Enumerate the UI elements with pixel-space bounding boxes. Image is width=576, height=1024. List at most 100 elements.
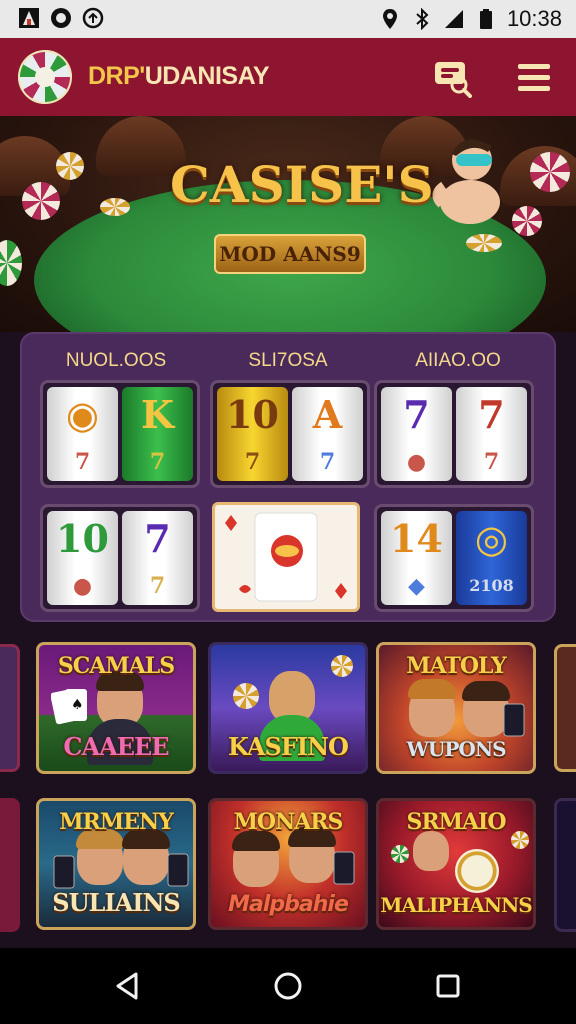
player-hair [408,679,456,699]
reel-symbol: 7 [144,516,171,561]
phone-icon [333,851,355,885]
reel-symbol: 7 [319,449,336,475]
reel-symbol: ◎ [474,516,509,561]
reel-strip: 14 ◆ [381,511,452,605]
hero-title: CASISE'S [170,155,434,214]
reel-symbol: A [312,392,343,437]
signal-icon [444,10,463,28]
brand-rest: UDANISAY [144,62,270,90]
system-nav-bar [0,948,576,1024]
reel-symbol: 7 [244,449,261,475]
recents-icon[interactable] [430,968,466,1004]
game-tile[interactable]: KASFINO [208,642,368,774]
tile-subtitle: KASFINO [228,732,349,761]
reel-strip: 77 [456,387,527,481]
slot-reel[interactable]: 10 ● 77 [40,504,200,612]
menu-icon[interactable] [516,60,552,94]
tile-subtitle: SULIAINS [52,888,180,917]
tile-title: MRMENY [59,809,174,835]
hero-banner[interactable]: CASISE'S MOD AANS9 [0,116,576,332]
reel-strip: K7 [122,387,193,481]
back-icon[interactable] [110,968,146,1004]
slot-reel[interactable]: ◉ 7 K7 [40,380,200,488]
reel-symbol: ◆ [408,573,425,599]
reel-symbol: 7 [149,573,166,599]
reel-symbol: 7 [403,392,430,437]
poker-chip-icon [0,240,22,286]
poker-chip-icon [233,683,259,709]
bluetooth-icon [416,8,429,30]
reel-symbol: 7 [478,392,505,437]
playing-card-reel[interactable] [212,502,360,612]
sync-icon [82,7,104,29]
battery-icon [479,9,492,29]
poker-chip-icon [22,182,60,220]
player-avatar [413,831,449,871]
reel-symbol: 10 [226,392,279,437]
brand-prefix: DRP' [88,62,145,90]
chat-search-icon[interactable] [432,58,472,98]
tile-subtitle: CAAEEE [63,732,169,761]
brand-name[interactable]: DRP'UDANISAY [88,62,270,91]
tile-edge-right[interactable] [554,798,576,932]
game-tile[interactable]: MATOLY WUPONS [376,642,536,774]
tile-title: SCAMALS [57,653,175,679]
phone-icon [53,855,75,889]
game-tile[interactable]: SRMAIO MALIPHANNS [376,798,536,930]
app-icon [19,8,39,28]
poker-chip-icon [391,845,409,863]
reel-symbol: ◉ [65,392,100,437]
poker-chip-icon [530,152,570,192]
reel-column-header: SLI7OSA [248,350,328,371]
reel-symbol: ● [406,449,427,475]
status-bar: 10:38 [0,0,576,38]
reel-strip: A7 [292,387,363,481]
reel-symbol: K [140,392,175,437]
phone-icon [503,703,525,737]
home-icon[interactable] [270,968,306,1004]
tile-title: MATOLY [406,653,507,679]
playing-cards-icon: ♠ [51,689,87,725]
tile-title: MONARS [233,809,344,835]
tile-title: SRMAIO [406,809,506,835]
reel-symbol: ● [72,573,93,599]
reel-column-header: AIIAO.OO [415,350,501,371]
poker-chip-icon [331,655,353,677]
reel-symbol: 10 [56,516,109,561]
location-icon [382,9,397,29]
reel-strip: 77 [122,511,193,605]
tile-subtitle: Malpbahie [228,892,349,917]
reel-strip: 10 7 [217,387,288,481]
poker-chip-icon [56,152,84,180]
slot-reel[interactable]: 10 7 A7 [210,380,370,488]
tile-edge-left[interactable] [0,644,20,772]
phone-icon [167,853,189,887]
reel-symbol: 7 [483,449,500,475]
reel-strip: ◎ 2108 [456,511,527,605]
slot-reels-panel: NUOL.OOS SLI7OSA AIIAO.OO ◉ 7 K7 10 7 A7 7… [20,332,556,622]
tile-subtitle: WUPONS [406,737,506,761]
roulette-logo-icon[interactable] [18,50,72,104]
player-hair [462,681,510,701]
dealer-character-icon [432,139,500,224]
game-tile[interactable]: MONARS Malpbahie [208,798,368,930]
reel-strip: 10 ● [47,511,118,605]
tile-edge-left[interactable] [0,798,20,932]
game-tile[interactable]: ♠ SCAMALS CAAEEE [36,642,196,774]
game-tiles-grid: ♠ SCAMALS CAAEEE KASFINO MATOLY WUPONS M… [0,632,576,944]
reel-column-header: NUOL.OOS [65,350,167,371]
reel-symbol: 7 [149,449,166,475]
slot-reel[interactable]: 7 ● 77 [374,380,534,488]
playing-card-icon [225,512,347,602]
notification-icon [51,8,71,28]
game-tile[interactable]: MRMENY SULIAINS [36,798,196,930]
tile-edge-right[interactable] [554,644,576,772]
poker-chip-icon [512,206,542,236]
status-time: 10:38 [506,6,562,31]
reel-symbol: 2108 [469,576,514,595]
app-bar: DRP'UDANISAY [0,38,576,116]
reel-strip: ◉ 7 [47,387,118,481]
slot-reel[interactable]: 14 ◆ ◎ 2108 [374,504,534,612]
tile-subtitle: MALIPHANNS [380,893,533,917]
poker-chip-icon [100,198,130,216]
